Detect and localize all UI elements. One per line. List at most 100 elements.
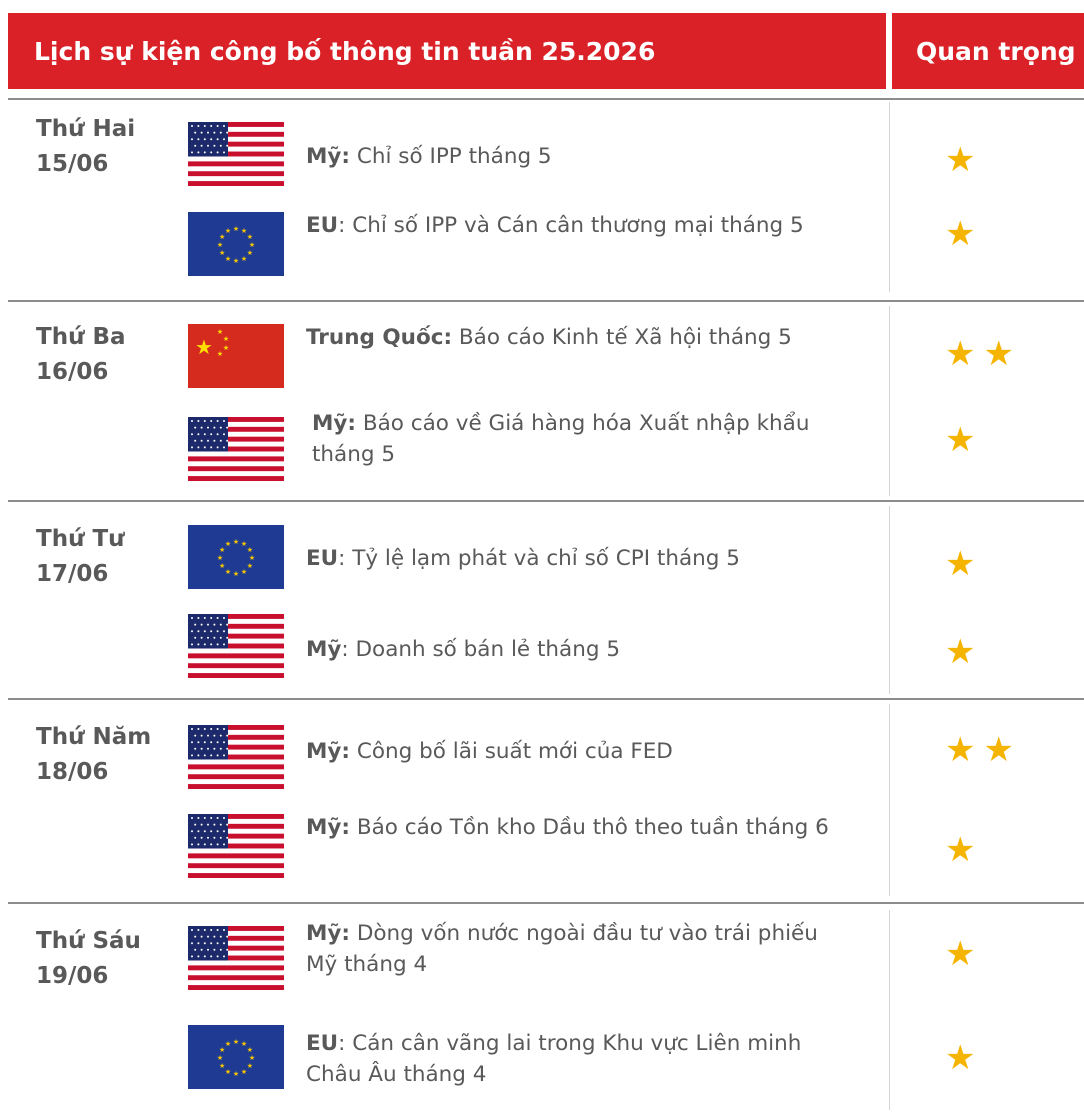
event-description: Báo cáo về Giá hàng hóa Xuất nhập khẩu t… <box>312 411 810 467</box>
importance-stars: ★ <box>945 214 984 254</box>
event-text: Mỹ: Dòng vốn nước ngoài đầu tư vào trái … <box>306 918 826 980</box>
country-label: Mỹ: <box>306 815 351 840</box>
country-label: Trung Quốc: <box>306 325 453 350</box>
cn-flag-icon: ★ ★ ★ ★ ★ <box>188 324 284 388</box>
event-description: : Doanh số bán lẻ tháng 5 <box>341 637 620 662</box>
svg-text:★: ★ <box>233 225 239 233</box>
importance-stars: ★ <box>945 934 984 974</box>
svg-text:★: ★ <box>249 241 255 249</box>
svg-text:★: ★ <box>219 562 225 570</box>
eu-flag-icon: ★ ★ ★ ★ ★ ★ ★ ★ ★ ★ ★ ★ <box>188 212 284 276</box>
event-text: EU: Tỷ lệ lạm phát và chỉ số CPI tháng 5 <box>306 543 866 574</box>
row-divider <box>8 98 1084 100</box>
svg-text:★: ★ <box>249 554 255 562</box>
event-text: Mỹ: Công bố lãi suất mới của FED <box>306 736 866 767</box>
svg-text:★: ★ <box>217 241 223 249</box>
day-name: Thứ Ba <box>36 324 126 350</box>
day-date: 16/06 <box>36 359 109 385</box>
svg-text:★: ★ <box>249 1054 255 1062</box>
day-label: Thứ Năm 18/06 <box>36 720 151 790</box>
svg-text:★: ★ <box>241 255 247 263</box>
event-text: Mỹ: Báo cáo Tồn kho Dầu thô theo tuần th… <box>306 812 846 843</box>
svg-text:★: ★ <box>217 554 223 562</box>
importance-stars: ★ <box>945 830 984 870</box>
svg-text:★: ★ <box>219 1062 225 1070</box>
event-description: : Tỷ lệ lạm phát và chỉ số CPI tháng 5 <box>338 546 740 571</box>
event-description: Báo cáo Tồn kho Dầu thô theo tuần tháng … <box>350 815 829 840</box>
svg-text:★: ★ <box>247 1046 253 1054</box>
country-label: Mỹ <box>306 637 342 662</box>
day-date: 18/06 <box>36 759 109 785</box>
country-label: Mỹ: <box>306 921 351 946</box>
event-text: EU: Chỉ số IPP và Cán cân thương mại thá… <box>306 210 826 241</box>
importance-stars: ★★ <box>945 334 1022 374</box>
country-label: EU <box>306 213 339 238</box>
country-label: Mỹ: <box>306 144 351 169</box>
svg-text:★: ★ <box>225 255 231 263</box>
event-text: Mỹ: Chỉ số IPP tháng 5 <box>306 141 866 172</box>
day-label: Thứ Sáu 19/06 <box>36 924 141 994</box>
us-flag-icon <box>188 122 284 186</box>
importance-column-title: Quan trọng <box>916 36 1076 66</box>
svg-text:★: ★ <box>247 1062 253 1070</box>
eu-flag-icon: ★ ★ ★ ★ ★ ★ ★ ★ ★ ★ ★ ★ <box>188 1025 284 1089</box>
svg-text:★: ★ <box>195 335 213 359</box>
event-description: Công bố lãi suất mới của FED <box>350 739 673 764</box>
event-description: : Chỉ số IPP và Cán cân thương mại tháng… <box>338 213 804 238</box>
us-flag-icon <box>188 417 284 481</box>
svg-text:★: ★ <box>241 1068 247 1076</box>
importance-stars: ★ <box>945 140 984 180</box>
svg-text:★: ★ <box>233 257 239 265</box>
svg-text:★: ★ <box>217 350 223 358</box>
us-flag-icon <box>188 725 284 789</box>
event-text: EU: Cán cân vãng lai trong Khu vực Liên … <box>306 1028 826 1090</box>
country-label: EU <box>306 546 339 571</box>
event-text: Mỹ: Doanh số bán lẻ tháng 5 <box>306 634 866 665</box>
table-header-importance: Quan trọng <box>892 13 1084 89</box>
importance-stars: ★ <box>945 632 984 672</box>
svg-text:★: ★ <box>219 249 225 257</box>
svg-text:★: ★ <box>247 546 253 554</box>
svg-text:★: ★ <box>247 249 253 257</box>
day-label: Thứ Tư 17/06 <box>36 522 125 592</box>
svg-text:★: ★ <box>225 227 231 235</box>
day-name: Thứ Năm <box>36 724 152 750</box>
svg-text:★: ★ <box>241 568 247 576</box>
day-label: Thứ Ba 16/06 <box>36 320 126 390</box>
day-name: Thứ Tư <box>36 526 125 552</box>
svg-text:★: ★ <box>233 1038 239 1046</box>
day-date: 19/06 <box>36 963 109 989</box>
importance-stars: ★ <box>945 1038 984 1078</box>
day-label: Thứ Hai 15/06 <box>36 112 135 182</box>
column-separator <box>889 102 890 292</box>
us-flag-icon <box>188 614 284 678</box>
page-title: Lịch sự kiện công bố thông tin tuần 25.2… <box>34 36 656 66</box>
column-separator <box>889 506 890 694</box>
event-description: : Cán cân vãng lai trong Khu vực Liên mi… <box>306 1031 802 1087</box>
row-divider <box>8 902 1084 904</box>
country-label: EU <box>306 1031 339 1056</box>
importance-stars: ★ <box>945 420 984 460</box>
event-description: Chỉ số IPP tháng 5 <box>350 144 552 169</box>
svg-text:★: ★ <box>247 562 253 570</box>
svg-text:★: ★ <box>225 568 231 576</box>
day-name: Thứ Sáu <box>36 928 141 954</box>
svg-text:★: ★ <box>233 570 239 578</box>
day-date: 15/06 <box>36 151 109 177</box>
country-label: Mỹ: <box>312 411 357 436</box>
event-description: Báo cáo Kinh tế Xã hội tháng 5 <box>452 325 792 350</box>
country-label: Mỹ: <box>306 739 351 764</box>
row-divider <box>8 500 1084 502</box>
row-divider <box>8 300 1084 302</box>
column-separator <box>889 306 890 496</box>
svg-text:★: ★ <box>217 1054 223 1062</box>
day-date: 17/06 <box>36 561 109 587</box>
svg-text:★: ★ <box>225 1040 231 1048</box>
svg-text:★: ★ <box>233 1070 239 1078</box>
svg-text:★: ★ <box>223 335 229 343</box>
event-description: Dòng vốn nước ngoài đầu tư vào trái phiế… <box>306 921 818 977</box>
svg-text:★: ★ <box>225 1068 231 1076</box>
eu-flag-icon: ★ ★ ★ ★ ★ ★ ★ ★ ★ ★ ★ ★ <box>188 525 284 589</box>
day-name: Thứ Hai <box>36 116 136 142</box>
table-header-title: Lịch sự kiện công bố thông tin tuần 25.2… <box>8 13 886 89</box>
